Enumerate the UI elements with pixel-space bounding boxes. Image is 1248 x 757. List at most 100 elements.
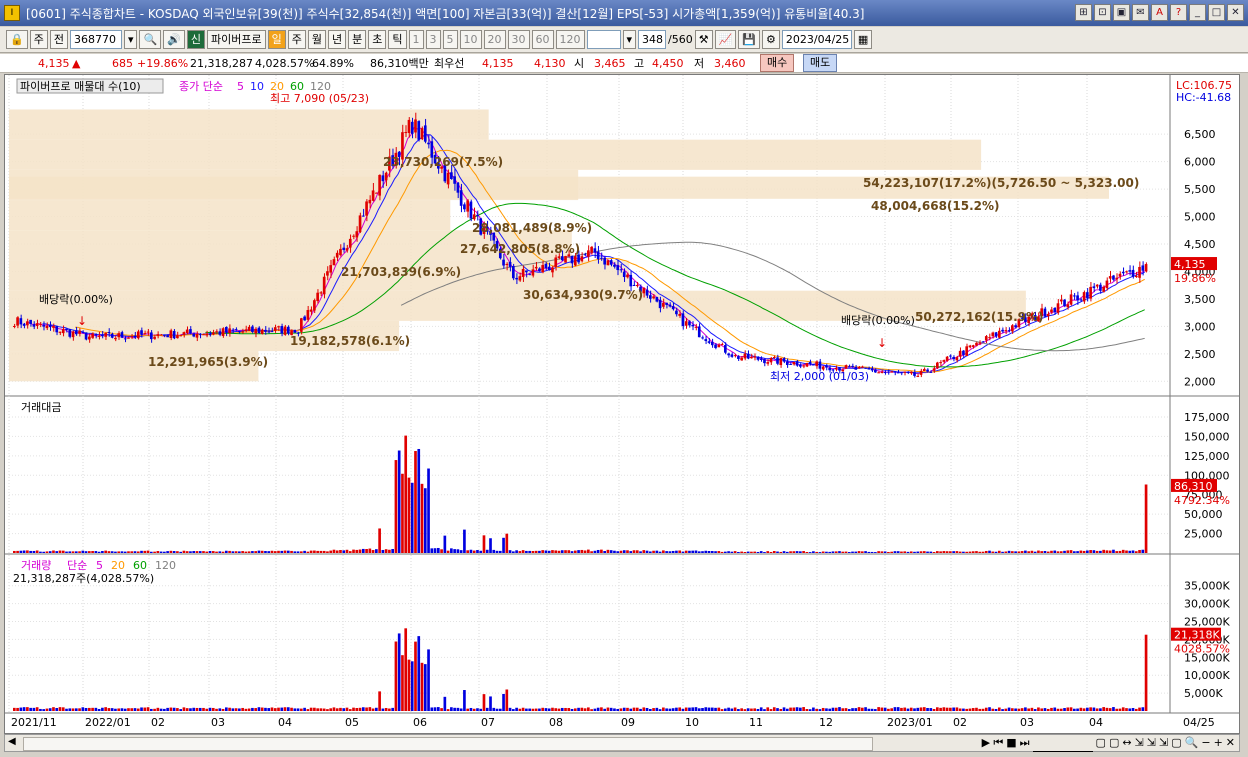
minute-30[interactable]: 30 [507, 30, 530, 49]
candle [909, 371, 913, 374]
custom-period-input[interactable] [586, 30, 621, 49]
candle [890, 371, 894, 373]
tab-week[interactable]: 주 [287, 30, 306, 49]
candle [303, 316, 306, 321]
volume-bar [1121, 707, 1125, 711]
amount-bar [143, 550, 147, 553]
tool-3-icon[interactable]: ↔ [1122, 736, 1131, 751]
mail-icon[interactable]: ✉ [1132, 4, 1149, 21]
tab-month[interactable]: 월 [307, 30, 326, 49]
minute-3[interactable]: 3 [425, 30, 441, 49]
tab-minute[interactable]: 분 [348, 30, 367, 49]
minute-120[interactable]: 120 [555, 30, 585, 49]
stock-name-button[interactable]: 파이버프로 [207, 30, 266, 49]
scroll-left-icon[interactable]: ◀ [8, 736, 16, 747]
amount-panel-title: 거래대금 [21, 401, 61, 414]
candle [965, 346, 969, 356]
count-input[interactable]: 348 [638, 30, 667, 49]
tool-6-icon[interactable]: ⇲ [1159, 736, 1168, 751]
arrange-icon[interactable]: ⊡ [1094, 4, 1111, 21]
tab-second[interactable]: 초 [368, 30, 387, 49]
speaker-icon[interactable]: 🔊 [163, 30, 185, 49]
first-icon[interactable]: ⏮ [993, 736, 1003, 751]
save-icon[interactable]: 💾 [738, 30, 761, 49]
candle [238, 331, 241, 333]
zoom-out-icon[interactable]: − [1201, 736, 1210, 751]
candle [332, 259, 336, 266]
minute-1[interactable]: 1 [408, 30, 424, 49]
volume-bar [838, 707, 841, 711]
tool-2-icon[interactable]: ▢ [1109, 736, 1119, 751]
volume-bar [694, 707, 698, 711]
candle [710, 341, 714, 346]
tool-5-icon[interactable]: ⇲ [1147, 736, 1156, 751]
tool-4-icon[interactable]: ⇲ [1135, 736, 1144, 751]
volume-bar [776, 708, 779, 711]
tab-year[interactable]: 년 [328, 30, 347, 49]
volume-bar [270, 707, 274, 711]
candle [1053, 307, 1057, 313]
volume-bar [763, 709, 766, 711]
volume-bar [818, 709, 822, 711]
candle [329, 265, 333, 273]
code-input[interactable]: 368770 [69, 30, 122, 49]
candle [759, 358, 763, 360]
chart-scrollbar[interactable]: ◀ ▶ ⏮ ■ ⏭ ▢ ▢ ↔ ⇲ ⇲ ⇲ ▢ 🔍 − + ✕ [4, 734, 1240, 752]
font-icon[interactable]: A [1151, 4, 1168, 21]
tools-icon[interactable]: ⚒ [694, 30, 713, 49]
minimize-button[interactable]: _ [1189, 4, 1206, 21]
tool-7-icon[interactable]: ▢ [1171, 736, 1181, 751]
market-select[interactable]: 주 [29, 30, 48, 49]
volume-bar [91, 707, 94, 711]
minute-60[interactable]: 60 [531, 30, 554, 49]
settings-icon[interactable]: ⚙ [762, 30, 780, 49]
help-icon[interactable]: ? [1170, 4, 1187, 21]
minute-10[interactable]: 10 [459, 30, 482, 49]
zoom-in-icon[interactable]: + [1214, 736, 1223, 751]
amount-bar [1086, 550, 1089, 553]
amount-bar [1082, 550, 1086, 553]
amount-bar [1144, 484, 1148, 553]
chart-area[interactable]: 2021/11 2022/01 02 03 04 05 06 07 08 09 10 11 12 2023… [4, 74, 1240, 734]
candle [169, 330, 173, 339]
lock-icon[interactable]: 🔒 [6, 30, 28, 49]
last-icon[interactable]: ⏭ [1020, 736, 1030, 751]
volume-bar [348, 709, 352, 711]
link-window-icon[interactable]: ⊞ [1075, 4, 1092, 21]
sell-button[interactable]: 매도 [803, 54, 838, 72]
search-icon[interactable]: 🔍 [139, 30, 162, 49]
layout-icon[interactable]: ▣ [1113, 4, 1130, 21]
custom-period-dropdown-icon[interactable]: ▾ [622, 30, 637, 49]
candle [384, 172, 388, 181]
tab-day[interactable]: 일 [267, 30, 286, 49]
volume-bar [450, 707, 453, 711]
prev-button[interactable]: 전 [49, 30, 68, 49]
date-input[interactable]: 2023/04/25 [781, 30, 852, 49]
stop-icon[interactable]: ■ [1006, 736, 1016, 751]
reset-icon[interactable]: ✕ [1226, 736, 1235, 751]
buy-button[interactable]: 매수 [760, 54, 795, 72]
code-dropdown-icon[interactable]: ▾ [123, 30, 138, 49]
close-button[interactable]: ✕ [1227, 4, 1244, 21]
amount-bar [1089, 550, 1092, 553]
amount-bar [1030, 550, 1034, 553]
candle [652, 296, 655, 299]
tool-1-icon[interactable]: ▢ [1096, 736, 1106, 751]
candle [339, 248, 342, 256]
volume-bar [1105, 707, 1109, 711]
indicator-icon[interactable]: 📈 [714, 30, 737, 49]
play-icon[interactable]: ▶ [981, 736, 990, 751]
zoom-icon[interactable]: 🔍 [1185, 736, 1199, 751]
amount-bar [58, 550, 62, 553]
maximize-button[interactable]: □ [1208, 4, 1225, 21]
volume-bar [593, 708, 597, 711]
tab-tick[interactable]: 틱 [388, 30, 407, 49]
volume-bar [841, 708, 845, 711]
volume-bar [410, 661, 414, 711]
scroll-thumb[interactable] [23, 737, 873, 751]
calendar-icon[interactable]: ▦ [853, 30, 873, 49]
minute-5[interactable]: 5 [442, 30, 458, 49]
stock-chart[interactable]: 2021/11 2022/01 02 03 04 05 06 07 08 09 10 11 12 2023… [5, 75, 1239, 733]
zoom-slider[interactable] [1032, 736, 1093, 752]
minute-20[interactable]: 20 [483, 30, 506, 49]
